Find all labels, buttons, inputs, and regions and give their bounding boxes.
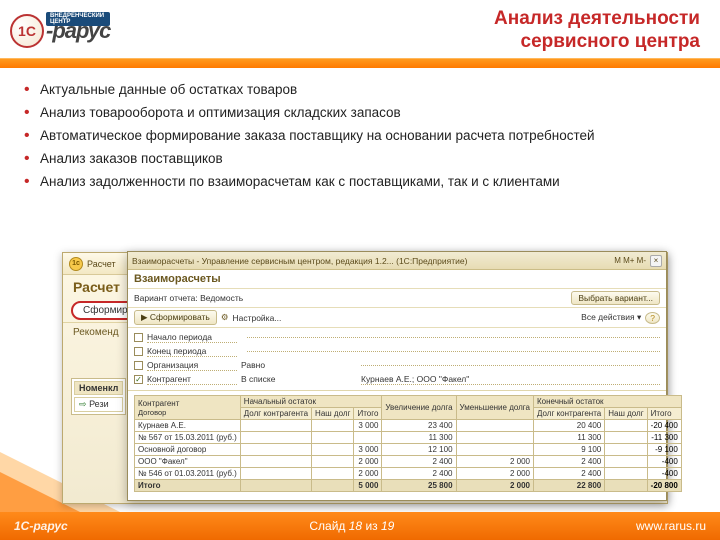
arrow-icon: ⇨ xyxy=(79,399,87,409)
front-heading: Взаиморасчеты xyxy=(128,270,666,289)
slide-title-line2: сервисного центра xyxy=(494,31,700,54)
variant-value: Ведомость xyxy=(200,293,243,303)
gear-icon[interactable]: ⚙ xyxy=(221,312,229,323)
back-window-title: Расчет xyxy=(87,259,116,269)
col-inc: Увеличение долга xyxy=(382,396,456,420)
col-end-tot: Итого xyxy=(647,408,681,420)
param-row: Организация Равно xyxy=(134,358,660,372)
screenshot-layer: 1c Расчет Расчет Сформир Рекоменд Номенк… xyxy=(62,252,668,504)
col-begin-tot: Итого xyxy=(354,408,382,420)
bullet-item: Автоматическое формирование заказа поста… xyxy=(24,128,696,145)
bullet-item: Анализ задолженности по взаиморасчетам к… xyxy=(24,174,696,191)
slide-counter: Слайд 18 из 19 xyxy=(309,519,394,533)
table-row: ООО "Факел"2 0002 4002 0002 400-400 xyxy=(135,456,682,468)
bullet-item: Анализ товарооборота и оптимизация склад… xyxy=(24,105,696,122)
param-row: Начало периода xyxy=(134,330,660,344)
param-value[interactable] xyxy=(247,337,660,338)
param-value[interactable] xyxy=(361,365,660,366)
table-row: № 546 от 01.03.2011 (руб.)2 0002 4002 00… xyxy=(135,468,682,480)
toolbar-row: ▶ Сформировать ⚙ Настройка... Все действ… xyxy=(128,308,666,328)
table-row: Основной договор3 00012 1009 100-9 100 xyxy=(135,444,682,456)
logo-tagline: ВНЕДРЕНЧЕСКИЙ ЦЕНТР xyxy=(46,12,110,26)
table-total-row: Итого5 00025 8002 00022 800-20 800 xyxy=(135,480,682,492)
footer-site: www.rarus.ru xyxy=(636,519,706,533)
logo-brand: ВНЕДРЕНЧЕСКИЙ ЦЕНТР -рарус xyxy=(46,18,110,44)
param-label: Организация xyxy=(147,360,237,371)
variant-label: Вариант отчета: xyxy=(134,293,198,303)
back-nom-header: Номенкл xyxy=(74,381,123,395)
col-end: Конечный остаток xyxy=(534,396,682,408)
table-row: Курнаев А.Е.3 00023 40020 400-20 400 xyxy=(135,420,682,432)
param-value[interactable]: Курнаев А.Е.; ООО "Факел" xyxy=(361,374,660,385)
slide-title: Анализ деятельности сервисного центра xyxy=(494,8,700,54)
logo-1c-icon: 1C xyxy=(10,14,44,48)
back-nom-item: Рези xyxy=(89,399,109,409)
col-begin-debt: Долг контрагента xyxy=(240,408,311,420)
slide-title-line1: Анализ деятельности xyxy=(494,8,700,31)
param-op: Равно xyxy=(241,360,351,370)
param-value[interactable] xyxy=(247,351,660,352)
app-1c-icon: 1c xyxy=(69,257,83,271)
all-actions-menu[interactable]: Все действия ▾ xyxy=(581,312,641,323)
param-label: Конец периода xyxy=(147,346,237,357)
accent-bar xyxy=(0,58,720,70)
front-window: Взаиморасчеты - Управление сервисным цен… xyxy=(127,251,667,501)
slide-header: 1C ВНЕДРЕНЧЕСКИЙ ЦЕНТР -рарус Анализ дея… xyxy=(0,0,720,58)
col-begin: Начальный остаток xyxy=(240,396,382,408)
param-label: Начало периода xyxy=(147,332,237,343)
param-checkbox[interactable] xyxy=(134,347,143,356)
bullet-item: Актуальные данные об остатках товаров xyxy=(24,82,696,99)
param-checkbox[interactable] xyxy=(134,333,143,342)
form-button-label: Сформировать xyxy=(150,312,210,322)
help-icon[interactable]: ? xyxy=(645,312,660,324)
param-row: Контрагент В списке Курнаев А.Е.; ООО "Ф… xyxy=(134,372,660,386)
report-table: Контрагент Договор Начальный остаток Уве… xyxy=(134,395,682,492)
close-icon[interactable]: × xyxy=(650,255,662,267)
choose-variant-button[interactable]: Выбрать вариант... xyxy=(571,291,660,305)
footer-logo: 1С-рарус xyxy=(14,519,68,533)
front-window-title: Взаиморасчеты - Управление сервисным цен… xyxy=(132,256,467,266)
memory-tools[interactable]: M M+ M- xyxy=(614,256,646,265)
bullet-list: Актуальные данные об остатках товаров Ан… xyxy=(0,70,720,190)
settings-link[interactable]: Настройка... xyxy=(232,313,281,323)
param-checkbox[interactable] xyxy=(134,361,143,370)
param-op: В списке xyxy=(241,374,351,384)
col-dec: Уменьшение долга xyxy=(456,396,533,420)
param-label: Контрагент xyxy=(147,374,237,385)
window-tools: M M+ M- × xyxy=(614,255,662,267)
col-end-debt: Долг контрагента xyxy=(534,408,605,420)
params-panel: Начало периода Конец периода Организация… xyxy=(128,328,666,391)
form-button[interactable]: ▶ Сформировать xyxy=(134,310,217,325)
col-begin-our: Наш долг xyxy=(312,408,354,420)
table-row: № 567 от 15.03.2011 (руб.)11 30011 300-1… xyxy=(135,432,682,444)
back-nom-table: Номенкл ⇨ Рези xyxy=(71,378,126,415)
param-row: Конец периода xyxy=(134,344,660,358)
variant-row: Вариант отчета: Ведомость Выбрать вариан… xyxy=(128,289,666,308)
logo: 1C ВНЕДРЕНЧЕСКИЙ ЦЕНТР -рарус xyxy=(10,14,110,48)
slide-footer: 1С-рарус Слайд 18 из 19 www.rarus.ru xyxy=(0,512,720,540)
col-contragent: Контрагент Договор xyxy=(135,396,241,420)
col-end-our: Наш долг xyxy=(605,408,647,420)
param-checkbox[interactable] xyxy=(134,375,143,384)
front-titlebar: Взаиморасчеты - Управление сервисным цен… xyxy=(128,252,666,270)
bullet-item: Анализ заказов поставщиков xyxy=(24,151,696,168)
